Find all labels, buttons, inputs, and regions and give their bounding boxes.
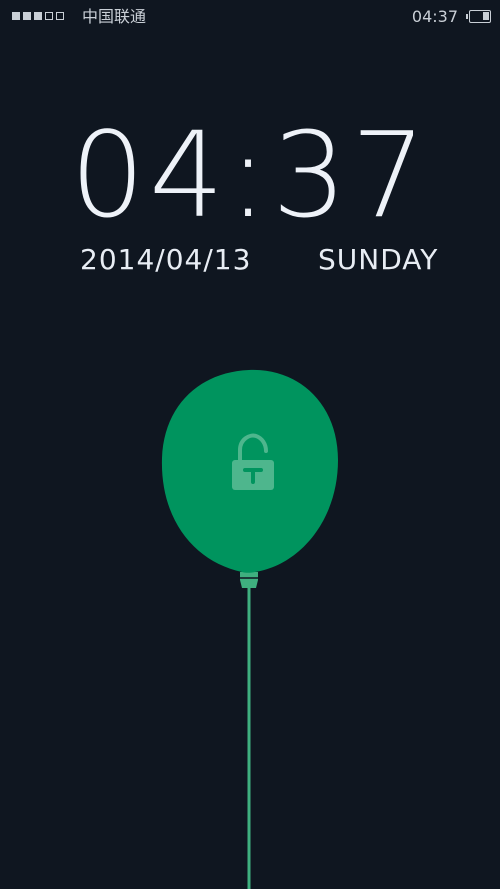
balloon-knot <box>240 572 258 588</box>
unlock-balloon <box>161 369 338 889</box>
lock-screen: 中国联通 04:37 04:37 2014/04/13 SUNDAY <box>0 0 500 889</box>
